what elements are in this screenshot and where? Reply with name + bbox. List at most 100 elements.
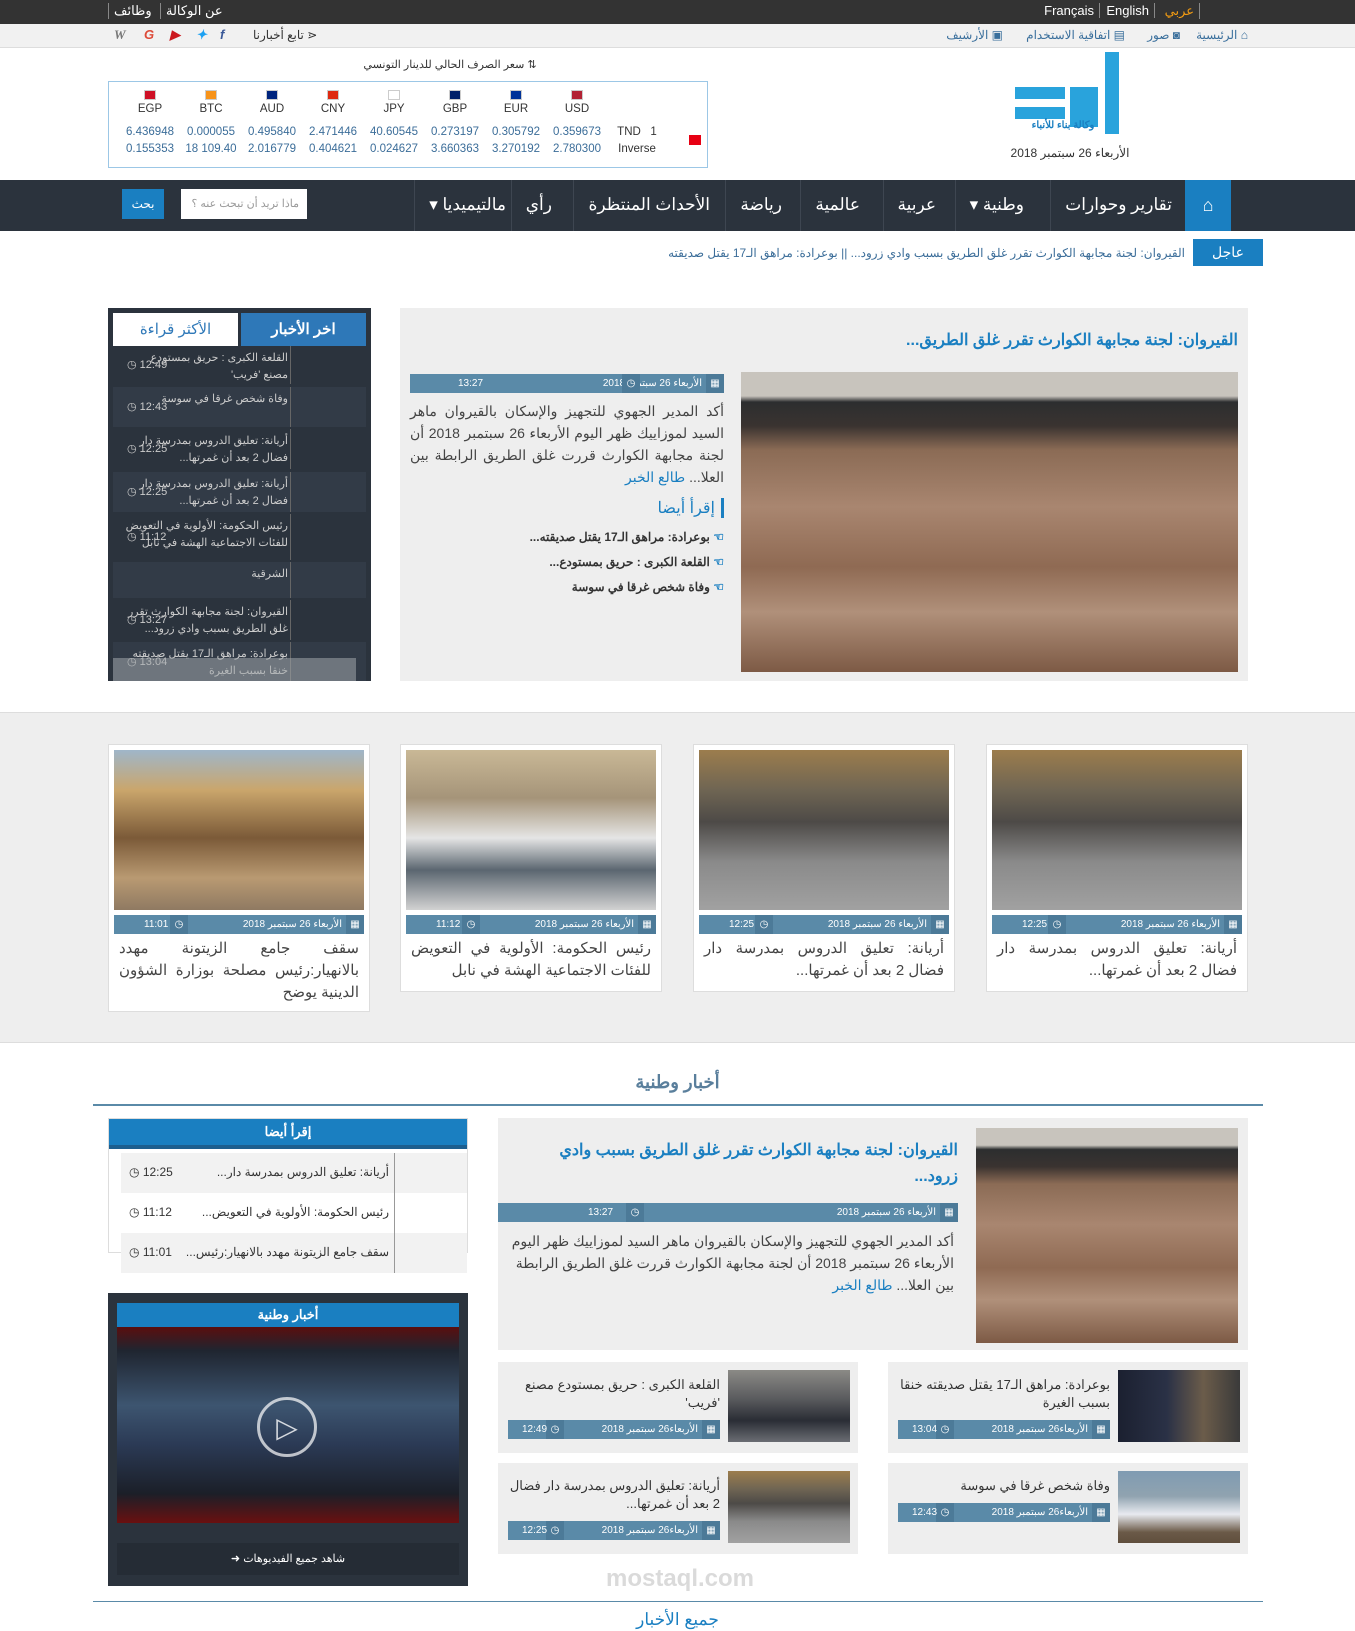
national-feature-title[interactable]: القيروان: لجنة مجابهة الكوارث تقرر غلق ا… xyxy=(518,1138,958,1190)
featured-story: القيروان: لجنة مجابهة الكوارث تقرر غلق ا… xyxy=(400,308,1248,681)
tab-most-read[interactable]: الأكثر قراءة xyxy=(113,313,238,346)
rate-value: 0.273197 xyxy=(431,126,479,138)
lang-french[interactable]: Français xyxy=(1039,3,1100,18)
all-news-link[interactable]: جميع الأخبار xyxy=(0,1610,1355,1630)
latest-news-item[interactable]: وفاة شخص غرقا في سوسة 12:43 ◷ xyxy=(113,387,366,427)
inverse-value: 2.016779 xyxy=(248,143,296,155)
clock-icon: ◷ xyxy=(755,915,773,934)
clock-icon: ◷ xyxy=(622,374,640,393)
hand-icon: ☜ xyxy=(713,580,724,594)
clock-icon: ◷ xyxy=(127,442,137,455)
read-also-widget: إقرأ أيضا أريانة: تعليق الدروس بمدرسة دا… xyxy=(108,1118,468,1273)
clock-icon: ◷ xyxy=(129,1205,140,1219)
latest-news-item[interactable]: أريانة: تعليق الدروس بمدرسة دار فضال 2 ب… xyxy=(113,472,366,512)
read-also-item[interactable]: رئيس الحكومة: الأولوية في التعويض... 11:1… xyxy=(121,1193,467,1233)
clock-icon: ◷ xyxy=(129,1165,140,1179)
latest-news-item[interactable]: الشرقية xyxy=(113,562,366,598)
read-also-item[interactable]: أريانة: تعليق الدروس بمدرسة دار... 12:25 … xyxy=(121,1153,467,1193)
flag-icon xyxy=(571,90,583,100)
rate-value: 0.305792 xyxy=(492,126,540,138)
clock-icon: ◷ xyxy=(170,915,188,934)
national-feature-image[interactable] xyxy=(976,1128,1238,1343)
nav-item[interactable]: الأحداث المنتظرة xyxy=(573,180,724,231)
lang-arabic[interactable]: عربي xyxy=(1160,3,1200,19)
nav-item[interactable]: عالمية xyxy=(800,180,874,231)
nav-item[interactable]: تقارير وحوارات xyxy=(1050,180,1186,231)
facebook-icon[interactable]: f xyxy=(220,27,224,42)
currency-title: ⇅ سعر الصرف الحالي للدينار التونسي xyxy=(363,59,537,71)
related-link[interactable]: ☜ وفاة شخص غرقا في سوسة xyxy=(572,580,724,594)
news-card[interactable]: ▦ الأربعاء 26 سبتمبر 2018 ◷ 12:25 أريانة: تع… xyxy=(693,744,955,992)
nav-item[interactable]: عربية xyxy=(882,180,951,231)
lang-english[interactable]: English xyxy=(1101,3,1155,18)
search-input[interactable]: ماذا تريد أن تبحث عنه ؟ xyxy=(181,189,307,219)
nav-item[interactable]: وطنية ▾ xyxy=(954,180,1038,231)
currency-eur: EUR xyxy=(486,90,546,115)
youtube-icon[interactable]: ▶ xyxy=(170,27,180,43)
clock-icon: ◷ xyxy=(936,1420,954,1439)
clock-icon: ◷ xyxy=(462,915,480,934)
card-image xyxy=(406,750,656,910)
clock-icon: ◷ xyxy=(546,1420,564,1439)
play-icon[interactable]: ▷ xyxy=(257,1397,317,1457)
related-link[interactable]: ☜ القلعة الكبرى : حريق بمستودع... xyxy=(549,555,724,569)
breaking-ticker[interactable]: القيروان: لجنة مجابهة الكوارث تقرر غلق ا… xyxy=(115,246,1185,260)
clock-icon: ◷ xyxy=(1048,915,1066,934)
news-card[interactable]: ▦ الأربعاء 26 سبتمبر 2018 ◷ 11:12 رئيس الحكو… xyxy=(400,744,662,992)
news-card[interactable]: ▦ الأربعاء 26 سبتمبر 2018 ◷ 12:25 أريانة: تع… xyxy=(986,744,1248,992)
current-date: الأربعاء 26 سبتمبر 2018 xyxy=(1010,146,1130,160)
rate-value: 40.60545 xyxy=(370,126,418,138)
about-link[interactable]: عن الوكالة xyxy=(160,3,228,19)
small-card-image xyxy=(1118,1471,1240,1543)
archive-link[interactable]: ▣ الأرشيف xyxy=(946,28,1003,42)
clock-icon: ◷ xyxy=(127,358,137,371)
search-button[interactable]: بحث xyxy=(122,189,164,219)
latest-news-item[interactable]: أريانة: تعليق الدروس بمدرسة دار فضال 2 ب… xyxy=(113,429,366,469)
currency-egp: EGP xyxy=(120,90,180,115)
small-news-card[interactable]: بوعرادة: مراهق الـ17 يقتل صديقته خنقا بس… xyxy=(888,1362,1248,1453)
photos-link[interactable]: ◙ صور xyxy=(1147,28,1180,42)
home-icon: ⌂ xyxy=(1202,195,1214,215)
jobs-link[interactable]: وظائف xyxy=(108,3,157,19)
video-widget: أخبار وطنية ▷ شاهد جميع الفيديوهات ➜ xyxy=(108,1293,468,1586)
calendar-icon: ▦ xyxy=(1224,915,1242,934)
small-news-card[interactable]: القلعة الكبرى : حريق بمستودع مصنع 'فريب'… xyxy=(498,1362,858,1453)
calendar-icon: ▦ xyxy=(702,1521,720,1540)
inverse-value: 3.270192 xyxy=(492,143,540,155)
video-title: أخبار وطنية xyxy=(117,1303,459,1327)
home-link[interactable]: ⌂ الرئيسية xyxy=(1196,28,1248,42)
video-thumbnail[interactable]: ▷ xyxy=(117,1327,459,1523)
calendar-icon: ▦ xyxy=(346,915,364,934)
latest-news-item[interactable]: القلعة الكبرى : حريق بمستودع مصنع 'فريب'… xyxy=(113,346,366,384)
read-more-link[interactable]: طالع الخبر xyxy=(625,469,685,485)
latest-news-item[interactable]: القيروان: لجنة مجابهة الكوارث تقرر غلق ا… xyxy=(113,600,366,640)
rate-value: 0.000055 xyxy=(187,126,235,138)
national-feature-meta: ▦ الأربعاء 26 سبتمبر 2018 ◷ 13:27 xyxy=(498,1203,958,1222)
logo[interactable]: وكالة بناء للأنباء xyxy=(1010,52,1130,134)
featured-title[interactable]: القيروان: لجنة مجابهة الكوارث تقرر غلق ا… xyxy=(906,330,1238,350)
small-news-card[interactable]: أريانة: تعليق الدروس بمدرسة دار فضال 2 ب… xyxy=(498,1463,858,1554)
read-also-heading: إقرأ أيضا xyxy=(658,498,724,518)
currency-aud: AUD xyxy=(242,90,302,115)
read-also-item[interactable]: سقف جامع الزيتونة مهدد بالانهيار:رئيس...… xyxy=(121,1233,467,1273)
small-card-image xyxy=(1118,1370,1240,1442)
featured-image[interactable] xyxy=(741,372,1238,672)
inverse-value: 109.40 18 xyxy=(185,143,237,155)
base-currency: TND 1 xyxy=(617,126,657,138)
wikipedia-icon[interactable]: W xyxy=(114,27,126,43)
clock-icon: ◷ xyxy=(546,1521,564,1540)
home-button[interactable]: ⌂ xyxy=(1185,180,1231,231)
latest-news-item[interactable]: رئيس الحكومة: الأولوية في التعويض للفئات… xyxy=(113,514,366,560)
read-more-link[interactable]: طالع الخبر xyxy=(832,1277,892,1293)
card-image xyxy=(114,750,364,910)
related-link[interactable]: ☜ بوعرادة: مراهق الـ17 يقتل صديقته... xyxy=(530,530,724,544)
google-icon[interactable]: G xyxy=(144,27,154,42)
nav-item[interactable]: رياضة xyxy=(725,180,796,231)
all-videos-link[interactable]: شاهد جميع الفيديوهات ➜ xyxy=(117,1543,459,1575)
nav-item[interactable]: مالتيميديا ▾ xyxy=(414,180,520,231)
news-card[interactable]: ▦ الأربعاء 26 سبتمبر 2018 ◷ 11:01 سقف جامع ا… xyxy=(108,744,370,1012)
twitter-icon[interactable]: ✦ xyxy=(196,27,207,43)
terms-link[interactable]: ▤ اتفاقية الاستخدام xyxy=(1026,28,1125,42)
small-news-card[interactable]: وفاة شخص غرقا في سوسة ▦ الأربعاء26 سبتمبر … xyxy=(888,1463,1248,1554)
tab-latest[interactable]: اخر الأخبار xyxy=(241,313,366,346)
